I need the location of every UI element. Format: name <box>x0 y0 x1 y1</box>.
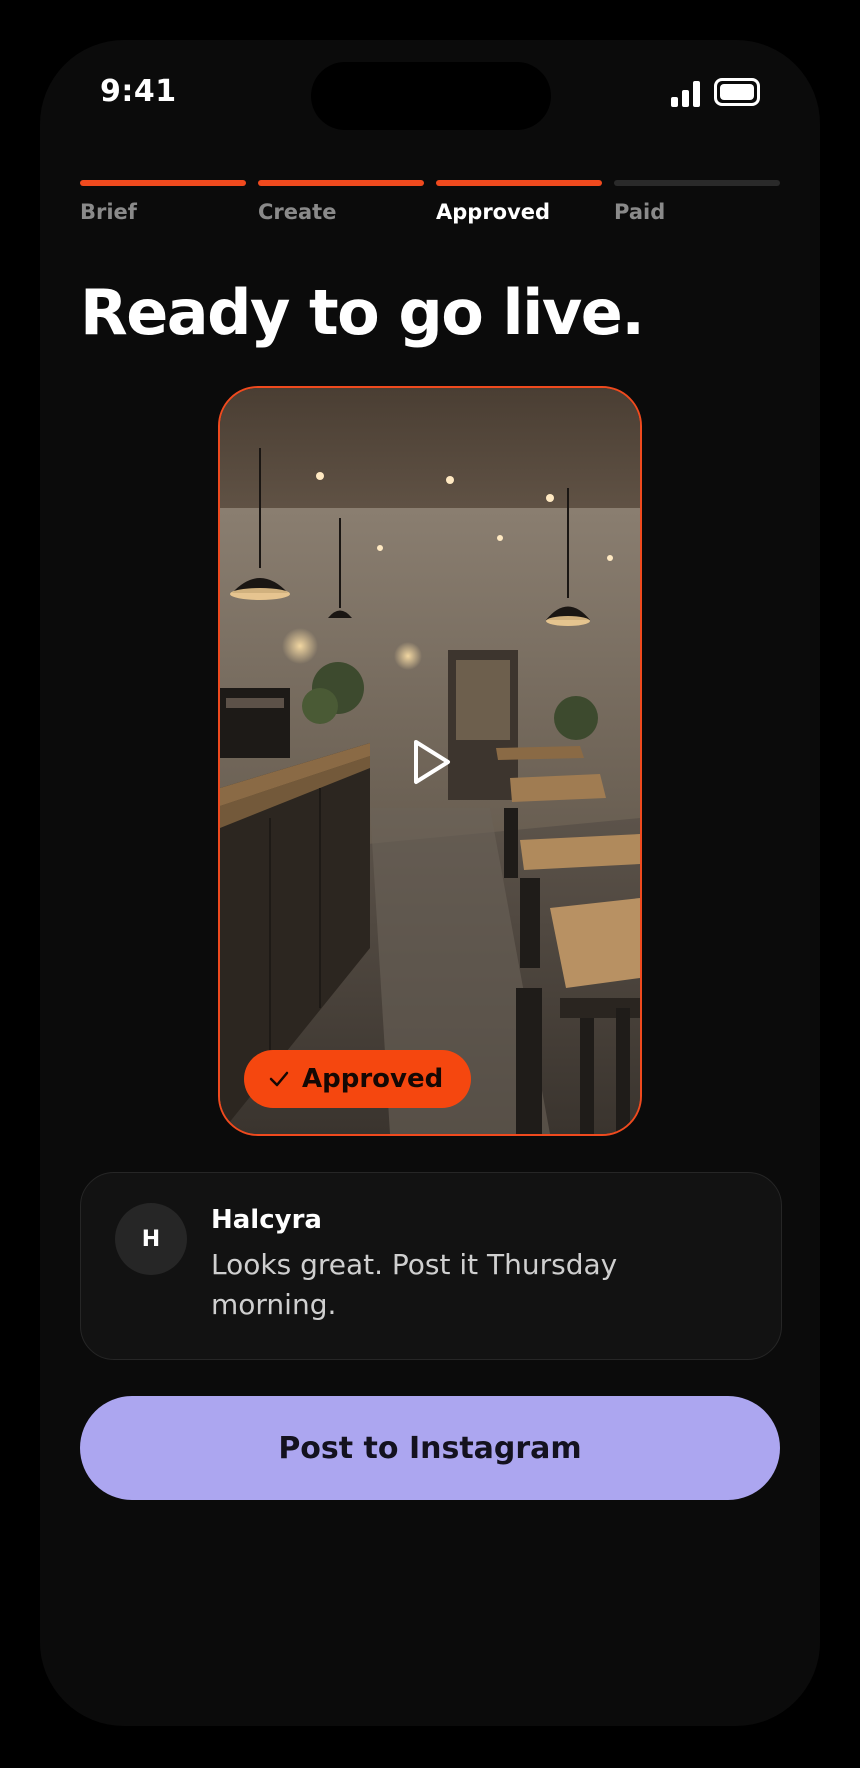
post-to-instagram-button[interactable]: Post to Instagram <box>80 1396 780 1500</box>
page-title: Ready to go live. <box>80 276 645 349</box>
comment-text: Looks great. Post it Thursday morning. <box>211 1248 618 1321</box>
approved-badge: Approved <box>244 1050 472 1108</box>
step-label: Brief <box>80 200 137 224</box>
battery-icon <box>714 78 760 106</box>
approved-badge-label: Approved <box>302 1064 444 1094</box>
step-brief: Brief <box>80 180 246 224</box>
step-label: Paid <box>614 200 666 224</box>
screen: 9:41 Brief Create Approved Paid Ready to… <box>40 40 820 1726</box>
step-paid: Paid <box>614 180 780 224</box>
step-create: Create <box>258 180 424 224</box>
step-label: Create <box>258 200 337 224</box>
step-bar <box>436 180 602 186</box>
step-bar <box>258 180 424 186</box>
check-icon <box>269 1071 289 1087</box>
phone-frame: 9:41 Brief Create Approved Paid Ready to… <box>0 0 860 1768</box>
step-bar <box>614 180 780 186</box>
status-time: 9:41 <box>100 74 177 109</box>
signal-icon <box>671 81 701 107</box>
approval-comment-card: H Halcyra Looks great. Post it Thursday … <box>80 1172 782 1360</box>
step-approved: Approved <box>436 180 602 224</box>
progress-steps: Brief Create Approved Paid <box>80 180 780 240</box>
avatar: H <box>115 1203 187 1275</box>
step-label: Approved <box>436 200 551 224</box>
step-bar <box>80 180 246 186</box>
comment-author: Halcyra <box>211 1205 322 1235</box>
play-icon[interactable] <box>410 738 454 786</box>
dynamic-island <box>311 62 551 130</box>
video-preview[interactable]: Approved <box>218 386 642 1136</box>
